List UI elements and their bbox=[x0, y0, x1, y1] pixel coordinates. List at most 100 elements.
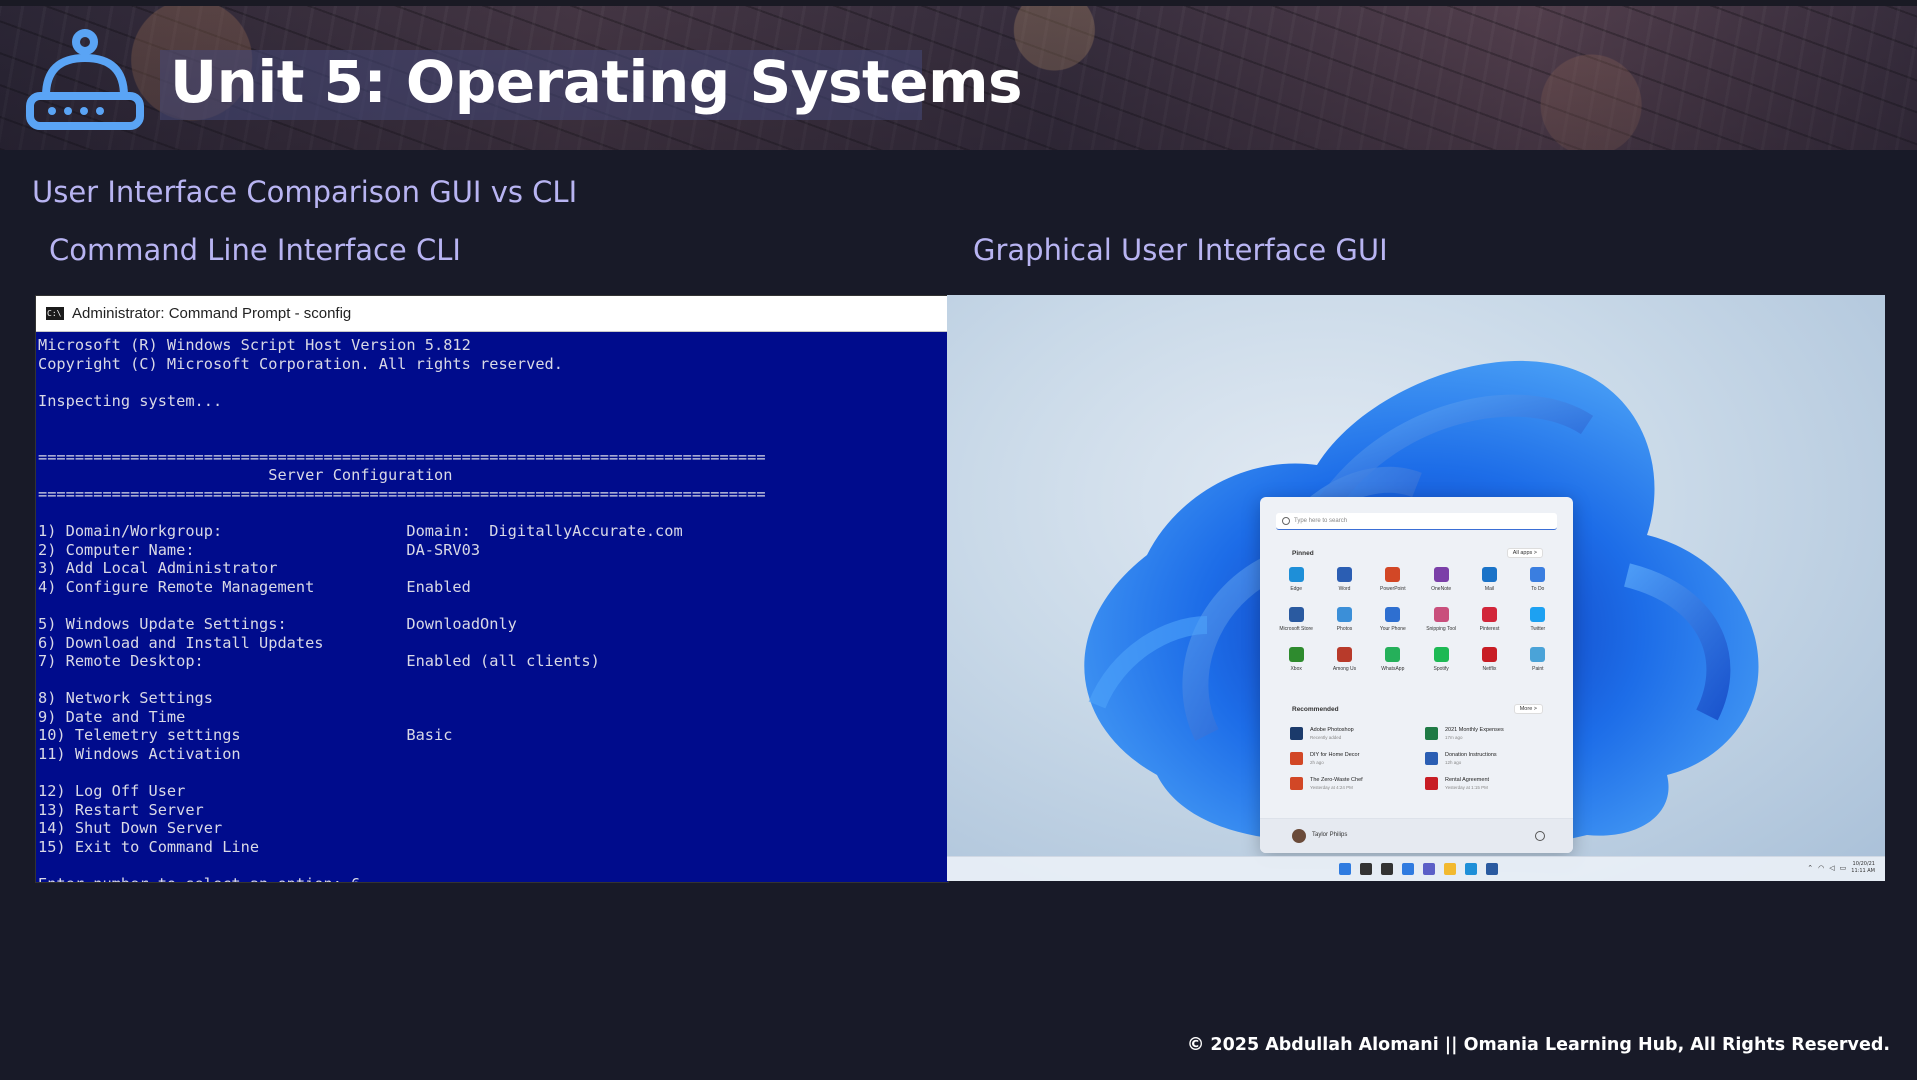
app-label: Pinterest bbox=[1479, 626, 1500, 632]
task-view-icon[interactable] bbox=[1381, 863, 1393, 875]
app-icon bbox=[1385, 567, 1401, 582]
app-label: Netflix bbox=[1482, 666, 1497, 672]
command-prompt-titlebar: C:\ Administrator: Command Prompt - scon… bbox=[36, 296, 948, 332]
pinned-app[interactable]: Spotify bbox=[1417, 647, 1465, 672]
chevron-up-icon[interactable]: ⌃ bbox=[1807, 864, 1813, 872]
more-button[interactable]: More > bbox=[1513, 704, 1543, 714]
app-icon bbox=[1481, 647, 1497, 662]
store-icon[interactable] bbox=[1486, 863, 1498, 875]
app-icon bbox=[1288, 647, 1304, 662]
volume-icon[interactable]: ◁ bbox=[1829, 864, 1834, 872]
edge-icon[interactable] bbox=[1465, 863, 1477, 875]
app-icon bbox=[1530, 567, 1546, 582]
all-apps-button[interactable]: All apps > bbox=[1506, 548, 1543, 558]
pinned-app[interactable]: Snipping Tool bbox=[1417, 607, 1465, 632]
start-icon[interactable] bbox=[1339, 863, 1351, 875]
console-line: 9) Date and Time bbox=[38, 707, 186, 726]
battery-icon[interactable]: ▭ bbox=[1840, 864, 1847, 872]
recommended-item[interactable]: DIY for Home Decor 2h ago bbox=[1290, 752, 1425, 765]
pinned-app[interactable]: PowerPoint bbox=[1369, 567, 1417, 592]
console-line: Enter number to select an option: 6 bbox=[38, 875, 948, 882]
app-label: Twitter bbox=[1530, 626, 1546, 632]
pinned-app[interactable]: OneNote bbox=[1417, 567, 1465, 592]
app-icon bbox=[1530, 647, 1546, 662]
pinned-app[interactable]: Netflix bbox=[1465, 647, 1513, 672]
console-line: Microsoft (R) Windows Script Host Versio… bbox=[38, 336, 471, 354]
pinned-app[interactable]: Photos bbox=[1320, 607, 1368, 632]
recommended-item[interactable]: The Zero-Waste Chef Yesterday at 4:24 PM bbox=[1290, 777, 1425, 790]
app-label: Word bbox=[1338, 586, 1351, 592]
pinned-app[interactable]: Xbox bbox=[1272, 647, 1320, 672]
pinned-label: Pinned bbox=[1292, 550, 1314, 557]
wifi-icon[interactable]: ◠ bbox=[1818, 864, 1824, 872]
command-prompt-window: C:\ Administrator: Command Prompt - scon… bbox=[35, 295, 949, 883]
app-label: Edge bbox=[1290, 586, 1302, 592]
recommended-name: Rental Agreement bbox=[1445, 777, 1490, 783]
tray-date: 10/20/21 bbox=[1852, 861, 1875, 867]
pinned-app[interactable]: Your Phone bbox=[1369, 607, 1417, 632]
tray-clock[interactable]: 10/20/21 11:11 AM bbox=[1851, 861, 1875, 875]
app-label: Xbox bbox=[1290, 666, 1302, 672]
power-icon[interactable] bbox=[1535, 831, 1545, 841]
console-line: 4) Configure Remote Management Enabled bbox=[38, 577, 471, 596]
console-output: Microsoft (R) Windows Script Host Versio… bbox=[36, 332, 948, 882]
pinned-app[interactable]: Microsoft Store bbox=[1272, 607, 1320, 632]
recommended-list: Adobe Photoshop Recently added 2021 Monthl… bbox=[1290, 727, 1560, 790]
recommended-meta: 17m ago bbox=[1445, 735, 1463, 740]
recommended-item[interactable]: Rental Agreement Yesterday at 1:15 PM bbox=[1425, 777, 1560, 790]
app-label: To Do bbox=[1531, 586, 1545, 592]
console-line: 12) Log Off User bbox=[38, 782, 186, 801]
console-line: 13) Restart Server bbox=[38, 800, 204, 819]
pinned-app[interactable]: Word bbox=[1320, 567, 1368, 592]
pinned-app[interactable]: Paint bbox=[1514, 647, 1562, 672]
system-tray: ⌃ ◠ ◁ ▭ 10/20/21 11:11 AM bbox=[1807, 861, 1875, 875]
pinned-apps-grid: Edge Word PowerPoint OneNote Mail To Do Micros… bbox=[1272, 567, 1562, 672]
console-line: ========================================… bbox=[38, 484, 766, 503]
pinned-app[interactable]: Among Us bbox=[1320, 647, 1368, 672]
pinned-app[interactable]: To Do bbox=[1514, 567, 1562, 592]
console-line: Copyright (C) Microsoft Corporation. All… bbox=[38, 354, 563, 373]
cli-heading: Command Line Interface CLI bbox=[49, 233, 461, 267]
start-search-input[interactable]: Type here to search bbox=[1276, 513, 1557, 530]
app-label: Mail bbox=[1484, 586, 1495, 592]
page-title: Unit 5: Operating Systems bbox=[170, 48, 1023, 116]
explorer-icon[interactable] bbox=[1444, 863, 1456, 875]
console-line: 10) Telemetry settings Basic bbox=[38, 726, 453, 745]
pinned-app[interactable]: Twitter bbox=[1514, 607, 1562, 632]
pinned-app[interactable]: Mail bbox=[1465, 567, 1513, 592]
start-menu: Type here to search Pinned All apps > Ed… bbox=[1260, 497, 1573, 853]
widgets-icon[interactable] bbox=[1402, 863, 1414, 875]
search-placeholder: Type here to search bbox=[1294, 518, 1348, 524]
pinned-app[interactable]: WhatsApp bbox=[1369, 647, 1417, 672]
avatar[interactable] bbox=[1292, 829, 1306, 843]
app-icon bbox=[1433, 567, 1449, 582]
banner-top-line bbox=[0, 0, 1917, 6]
app-icon bbox=[1385, 647, 1401, 662]
console-line: 8) Network Settings bbox=[38, 689, 213, 708]
search-icon[interactable] bbox=[1360, 863, 1372, 875]
recommended-item[interactable]: Adobe Photoshop Recently added bbox=[1290, 727, 1425, 740]
taskbar: ⌃ ◠ ◁ ▭ 10/20/21 11:11 AM bbox=[947, 856, 1885, 881]
app-icon bbox=[1336, 647, 1352, 662]
recommended-item[interactable]: Donation Instructions 12h ago bbox=[1425, 752, 1560, 765]
pinned-app[interactable]: Pinterest bbox=[1465, 607, 1513, 632]
user-name[interactable]: Taylor Philips bbox=[1312, 832, 1347, 838]
recommended-meta: Yesterday at 1:15 PM bbox=[1445, 785, 1488, 790]
console-line: 2) Computer Name: DA-SRV03 bbox=[38, 540, 481, 559]
app-icon bbox=[1433, 647, 1449, 662]
chat-icon[interactable] bbox=[1423, 863, 1435, 875]
file-icon bbox=[1290, 777, 1303, 790]
pinned-app[interactable]: Edge bbox=[1272, 567, 1320, 592]
file-icon bbox=[1290, 752, 1303, 765]
file-icon bbox=[1425, 777, 1438, 790]
app-label: Snipping Tool bbox=[1426, 626, 1457, 632]
recommended-item[interactable]: 2021 Monthly Expenses 17m ago bbox=[1425, 727, 1560, 740]
console-line: Server Configuration bbox=[38, 466, 453, 485]
app-label: PowerPoint bbox=[1380, 586, 1406, 592]
console-line: 3) Add Local Administrator bbox=[38, 559, 278, 578]
recommended-name: Adobe Photoshop bbox=[1310, 727, 1354, 733]
